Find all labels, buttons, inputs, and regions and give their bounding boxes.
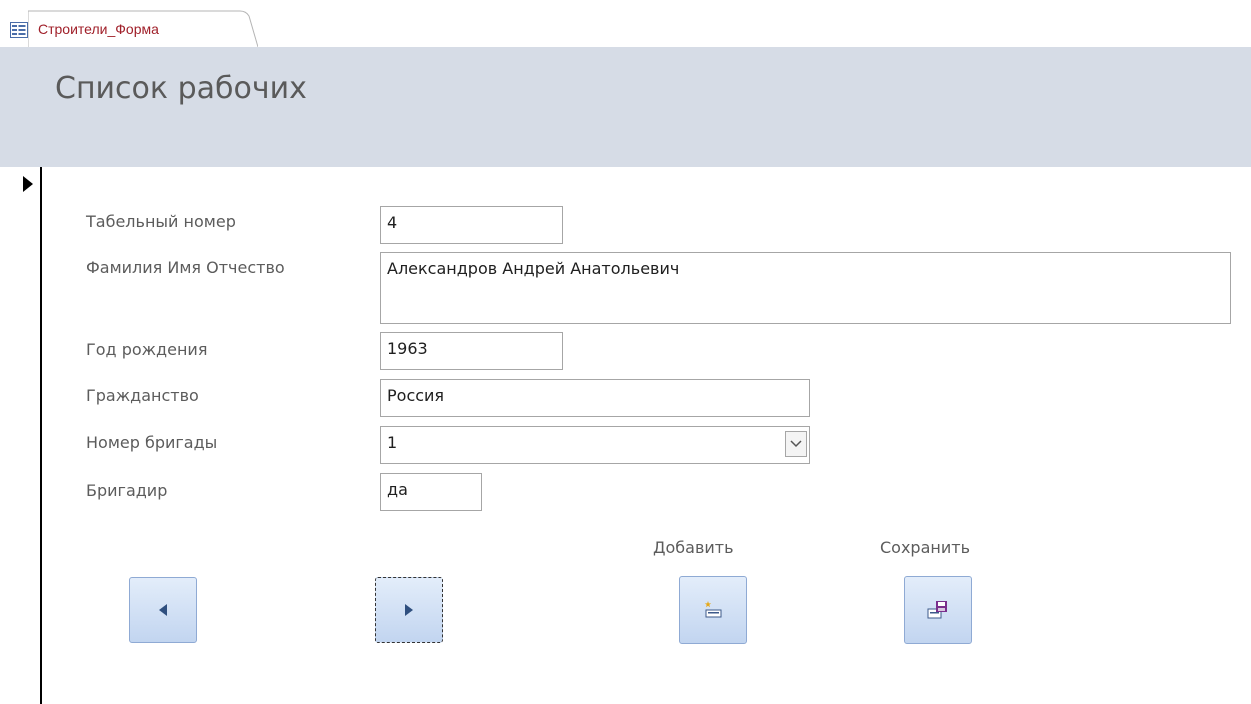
save-caption: Сохранить — [880, 538, 970, 557]
triangle-left-icon — [159, 604, 167, 616]
fio-input[interactable]: Александров Андрей Анатольевич — [380, 252, 1231, 324]
next-record-button[interactable] — [375, 577, 443, 643]
label-fio: Фамилия Имя Отчество — [86, 258, 285, 277]
access-form-window: Строители_Форма Список рабочих Табельный… — [0, 0, 1251, 704]
record-selector[interactable] — [0, 167, 42, 704]
label-tabelnyi-nomer: Табельный номер — [86, 212, 236, 231]
label-god-rozhdeniya: Год рождения — [86, 340, 208, 359]
previous-record-button[interactable] — [129, 577, 197, 643]
save-icon — [927, 601, 947, 619]
current-record-arrow-icon — [23, 176, 33, 192]
new-record-icon — [704, 601, 722, 618]
save-record-button[interactable] — [904, 576, 972, 644]
tab-label: Строители_Форма — [38, 21, 159, 37]
triangle-right-icon — [405, 604, 413, 616]
document-tab-bar: Строители_Форма — [0, 0, 1251, 48]
tabelnyi-nomer-input[interactable]: 4 — [380, 206, 563, 244]
nomer-brigady-combobox[interactable]: 1 — [380, 426, 810, 464]
chevron-down-icon[interactable] — [785, 431, 807, 457]
brigadir-input[interactable]: да — [380, 473, 482, 511]
add-record-button[interactable] — [679, 576, 747, 644]
add-caption: Добавить — [653, 538, 734, 557]
label-nomer-brigady: Номер бригады — [86, 433, 218, 452]
form-header: Список рабочих — [0, 47, 1251, 167]
page-title: Список рабочих — [55, 71, 307, 106]
label-grazhdanstvo: Гражданство — [86, 386, 199, 405]
tab-stroiteli-forma[interactable]: Строители_Форма — [10, 10, 258, 47]
label-brigadir: Бригадир — [86, 481, 168, 500]
god-rozhdeniya-input[interactable]: 1963 — [380, 332, 563, 370]
form-icon — [10, 22, 28, 38]
nomer-brigady-value: 1 — [387, 433, 398, 452]
grazhdanstvo-input[interactable]: Россия — [380, 379, 810, 417]
